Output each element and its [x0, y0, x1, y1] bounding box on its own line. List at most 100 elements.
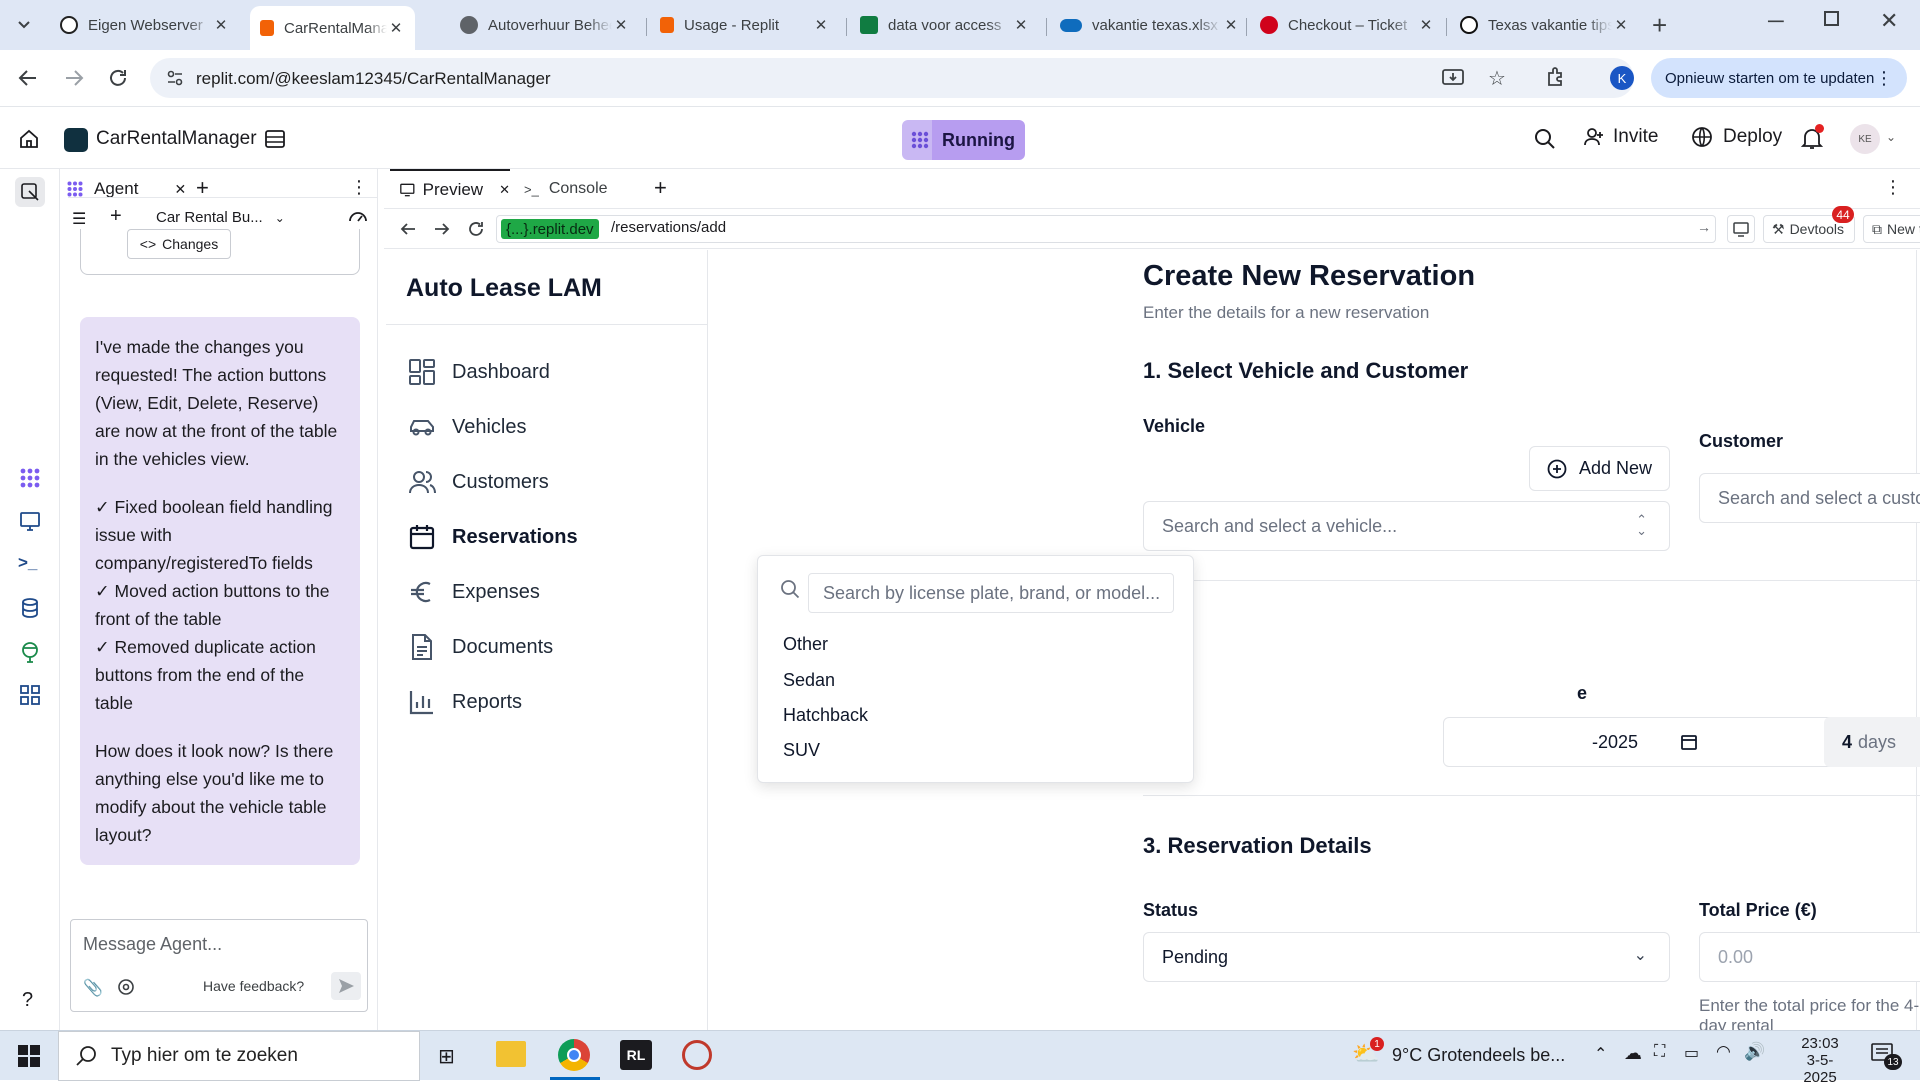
more-menu-icon[interactable]: ⋮: [1875, 68, 1893, 89]
dropdown-option[interactable]: Sedan: [783, 670, 835, 691]
close-tab-icon[interactable]: ✕: [612, 16, 630, 34]
close-tab-icon[interactable]: ✕: [212, 16, 230, 34]
settings-icon[interactable]: [117, 978, 135, 996]
tab-search-chevron-icon[interactable]: [14, 14, 34, 34]
windows-start-icon[interactable]: [18, 1045, 40, 1067]
browser-tab[interactable]: Eigen Webserver ✕: [50, 8, 240, 42]
invite-button[interactable]: Invite: [1583, 126, 1658, 148]
add-tab-icon[interactable]: +: [654, 175, 667, 201]
tab-console[interactable]: >_ Console: [524, 169, 608, 209]
weather-text[interactable]: 9°C Grotendeels be...: [1392, 1045, 1565, 1066]
new-chat-icon[interactable]: +: [110, 205, 122, 228]
agent-speed-icon[interactable]: [348, 207, 368, 225]
close-tab-icon[interactable]: ✕: [499, 182, 510, 198]
nav-item-expenses[interactable]: Expenses: [408, 572, 540, 612]
address-bar[interactable]: replit.com/@keeslam12345/CarRentalManage…: [150, 58, 1634, 98]
all-tools-grid-icon[interactable]: [18, 683, 42, 707]
notifications-bell-icon[interactable]: [1801, 124, 1824, 151]
dropdown-option[interactable]: SUV: [783, 740, 820, 761]
feedback-link[interactable]: Have feedback?: [203, 978, 304, 994]
go-arrow-icon[interactable]: →: [1697, 219, 1711, 235]
new-tab-button[interactable]: ⧉ New tab: [1863, 215, 1920, 243]
globe-tool-icon[interactable]: [18, 640, 42, 664]
new-tab-icon[interactable]: +: [1652, 10, 1667, 41]
site-info-icon[interactable]: [166, 69, 184, 87]
dropdown-option[interactable]: Other: [783, 634, 828, 655]
add-new-vehicle-button[interactable]: Add New: [1529, 446, 1670, 491]
user-avatar[interactable]: KE: [1850, 124, 1880, 154]
back-icon[interactable]: [16, 66, 40, 90]
more-options-icon[interactable]: ⋮: [1884, 177, 1902, 198]
browser-tab[interactable]: Autoverhuur Beheer ✕: [450, 8, 640, 42]
notification-center-icon[interactable]: 13: [1870, 1042, 1902, 1070]
device-toggle-icon[interactable]: [1727, 215, 1755, 243]
volume-icon[interactable]: 🔊: [1744, 1042, 1765, 1062]
nav-item-reports[interactable]: Reports: [408, 682, 522, 722]
clock[interactable]: 23:03 3-5-2025: [1792, 1035, 1848, 1086]
customer-select[interactable]: Search and select a customer... ⌃⌄: [1699, 473, 1920, 523]
browser-tab[interactable]: Checkout – Ticket ✕: [1250, 8, 1445, 42]
agent-icon[interactable]: [18, 466, 42, 490]
nav-item-documents[interactable]: Documents: [408, 627, 553, 667]
close-tab-icon[interactable]: ✕: [174, 181, 186, 198]
preview-url-input[interactable]: {...}.replit.dev /reservations/add →: [496, 215, 1716, 243]
chat-history-list-icon[interactable]: ☰: [72, 209, 86, 229]
profile-avatar[interactable]: K: [1610, 66, 1634, 90]
browser-tab[interactable]: Texas vakantie tips ✕: [1450, 8, 1640, 42]
restore-icon[interactable]: [1824, 11, 1839, 26]
agent-tool-icon[interactable]: [15, 177, 45, 207]
wifi-icon[interactable]: ◠: [1716, 1042, 1731, 1062]
vehicle-select[interactable]: Search and select a vehicle... ⌃ ⌄: [1143, 501, 1670, 551]
attach-icon[interactable]: 📎: [83, 978, 103, 998]
send-button[interactable]: [331, 972, 361, 1000]
task-view-icon[interactable]: ⊞: [438, 1044, 455, 1069]
battery-icon[interactable]: ▭: [1684, 1043, 1699, 1063]
bookmark-star-icon[interactable]: ☆: [1488, 66, 1506, 91]
extensions-icon[interactable]: [1545, 65, 1569, 89]
browser-tab[interactable]: Usage - Replit ✕: [650, 8, 840, 42]
file-explorer-icon[interactable]: [496, 1041, 526, 1067]
close-tab-icon[interactable]: ✕: [387, 19, 405, 37]
more-options-icon[interactable]: ⋮: [350, 177, 368, 198]
forward-icon[interactable]: [62, 66, 86, 90]
console-icon[interactable]: >_: [18, 553, 42, 577]
browser-tab[interactable]: vakantie texas.xlsx ✕: [1050, 8, 1250, 42]
chat-title-selector[interactable]: Car Rental Bu... ⌄: [156, 209, 285, 226]
nav-item-reservations[interactable]: Reservations: [408, 517, 578, 557]
dropdown-option[interactable]: Hatchback: [783, 705, 868, 726]
devtools-button[interactable]: ⚒ Devtools 44: [1763, 206, 1855, 243]
install-app-icon[interactable]: [1442, 68, 1464, 88]
run-button[interactable]: Running: [902, 120, 1025, 160]
changes-button[interactable]: <> Changes: [127, 229, 231, 259]
minimize-icon[interactable]: ─: [1768, 8, 1784, 34]
nav-item-dashboard[interactable]: Dashboard: [408, 352, 550, 392]
file-tree-icon[interactable]: [264, 128, 286, 150]
tab-preview[interactable]: Preview ✕: [390, 169, 510, 209]
close-tab-icon[interactable]: ✕: [812, 16, 830, 34]
message-agent-input[interactable]: Message Agent...: [83, 934, 222, 955]
taskbar-search[interactable]: Typ hier om te zoeken: [58, 1031, 420, 1081]
app-rl-icon[interactable]: RL: [620, 1040, 652, 1070]
reload-icon[interactable]: [106, 66, 130, 90]
chrome-icon[interactable]: [558, 1039, 590, 1071]
close-window-icon[interactable]: ✕: [1880, 8, 1898, 34]
show-hidden-icons-chevron[interactable]: ⌃: [1594, 1044, 1607, 1064]
total-price-input[interactable]: 0.00: [1699, 932, 1920, 982]
chevron-down-icon[interactable]: ⌄: [1886, 130, 1896, 144]
tab-agent[interactable]: Agent ✕: [66, 179, 186, 199]
home-icon[interactable]: [18, 128, 40, 150]
vehicle-search-input[interactable]: Search by license plate, brand, or model…: [808, 573, 1174, 613]
meet-now-icon[interactable]: ⛶: [1654, 1043, 1665, 1061]
onedrive-tray-icon[interactable]: ☁: [1624, 1043, 1642, 1064]
preview-monitor-icon[interactable]: [18, 509, 42, 533]
app-browser-icon[interactable]: [682, 1040, 712, 1070]
close-tab-icon[interactable]: ✕: [1417, 16, 1435, 34]
preview-forward-icon[interactable]: [432, 219, 452, 239]
preview-reload-icon[interactable]: [466, 219, 486, 239]
browser-tab-active[interactable]: CarRentalManager ✕: [250, 6, 415, 50]
close-tab-icon[interactable]: ✕: [1012, 16, 1030, 34]
update-button[interactable]: Opnieuw starten om te updaten ⋮: [1651, 58, 1907, 98]
database-icon[interactable]: [18, 596, 42, 620]
nav-item-vehicles[interactable]: Vehicles: [408, 407, 527, 447]
search-icon[interactable]: [1534, 128, 1556, 150]
